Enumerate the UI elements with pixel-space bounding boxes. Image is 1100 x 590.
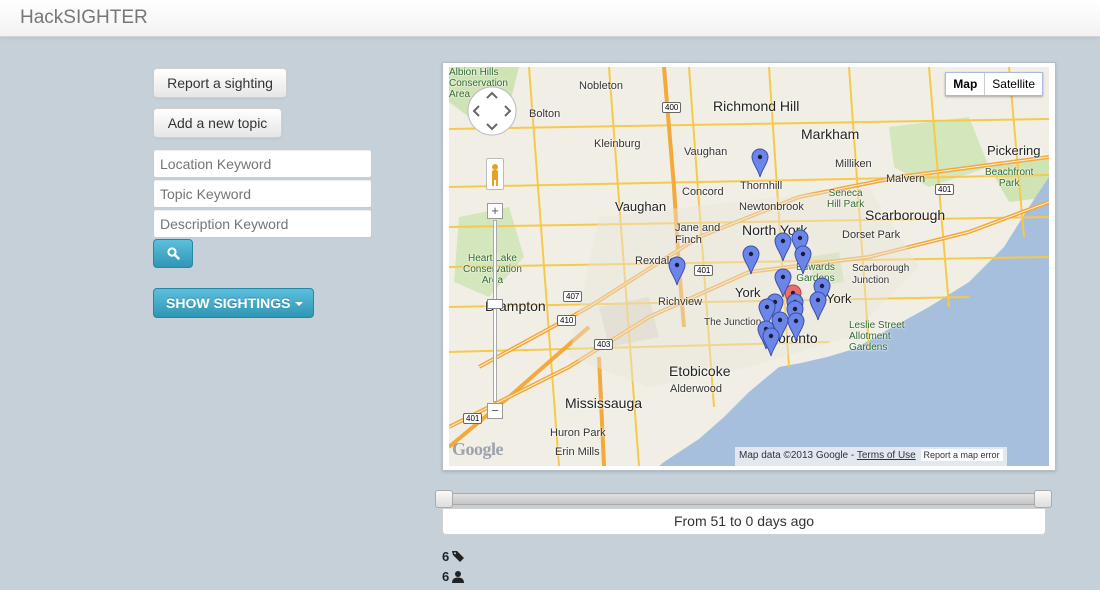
topics-count: 6 [442, 549, 450, 564]
show-sightings-label: SHOW SIGHTINGS [166, 295, 291, 311]
zoom-track[interactable] [493, 220, 497, 402]
report-sighting-button[interactable]: Report a sighting [153, 68, 287, 98]
map-type-satellite-button[interactable]: Satellite [985, 73, 1042, 95]
map-container[interactable]: Albion Hills Conservation Area Nobleton … [442, 62, 1056, 471]
pan-control[interactable] [466, 85, 518, 137]
description-keyword-input[interactable] [153, 209, 372, 238]
tags-icon [452, 551, 465, 562]
users-count: 6 [442, 569, 450, 584]
slider-handle-start[interactable] [435, 490, 453, 508]
users-stat: 6 [442, 568, 465, 584]
zoom-control[interactable]: + − [487, 203, 503, 421]
app-brand[interactable]: HackSIGHTER [20, 7, 148, 29]
caret-down-icon [295, 302, 303, 306]
sighting-marker[interactable] [742, 245, 760, 275]
zoom-out-button[interactable]: − [487, 403, 503, 419]
show-sightings-dropdown[interactable]: SHOW SIGHTINGS [153, 288, 314, 318]
zoom-slider-handle[interactable] [487, 299, 503, 309]
sighting-marker[interactable] [762, 327, 780, 357]
sighting-marker[interactable] [751, 148, 769, 178]
map-data-text: Map data ©2013 Google - [739, 450, 855, 461]
zoom-in-button[interactable]: + [487, 203, 503, 219]
range-label: From 51 to 0 days ago [442, 508, 1046, 535]
sighting-marker[interactable] [794, 245, 812, 275]
map-type-control: Map Satellite [945, 72, 1043, 96]
pan-arrows-icon [467, 86, 517, 136]
sighting-marker[interactable] [774, 232, 792, 262]
add-topic-button[interactable]: Add a new topic [153, 108, 282, 138]
marker-layer [668, 148, 831, 357]
search-icon [167, 247, 180, 260]
days-range-slider[interactable] [435, 490, 1052, 508]
top-navbar: HackSIGHTER [0, 0, 1100, 37]
topic-keyword-input[interactable] [153, 179, 372, 208]
slider-track[interactable] [439, 493, 1045, 505]
report-map-error-link[interactable]: Report a map error [920, 449, 1003, 461]
google-logo[interactable]: Google [452, 439, 504, 460]
map-attribution: Map data ©2013 Google - Terms of Use Rep… [735, 447, 1007, 466]
topics-stat: 6 [442, 548, 466, 564]
street-view-pegman-icon[interactable] [486, 158, 504, 190]
terms-of-use-link[interactable]: Terms of Use [857, 450, 916, 461]
sighting-marker[interactable] [809, 291, 827, 321]
user-icon [452, 571, 465, 583]
sighting-marker[interactable] [787, 312, 805, 342]
sighting-marker[interactable] [668, 256, 686, 286]
location-keyword-input[interactable] [153, 149, 372, 178]
map-type-map-button[interactable]: Map [946, 73, 986, 95]
slider-handle-end[interactable] [1034, 490, 1052, 508]
map-canvas[interactable]: Albion Hills Conservation Area Nobleton … [449, 67, 1049, 466]
search-button[interactable] [153, 239, 193, 268]
